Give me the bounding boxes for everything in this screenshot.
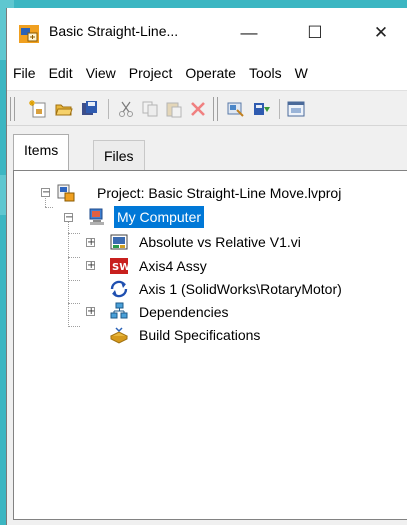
tree-item-my-computer[interactable]: My Computer — [112, 205, 206, 229]
svg-text:SW: SW — [112, 262, 128, 273]
tree-item-vi[interactable]: Absolute vs Relative V1.vi — [136, 231, 304, 253]
tree-item-dependencies[interactable]: Dependencies — [136, 301, 232, 323]
window-icon[interactable] — [287, 100, 305, 118]
axis-icon — [110, 280, 128, 298]
tree-item-axis1[interactable]: Axis 1 (SolidWorks\RotaryMotor) — [136, 278, 345, 300]
computer-icon — [89, 208, 104, 225]
toolbar — [7, 90, 407, 126]
expand-vi-button[interactable]: + — [86, 238, 95, 248]
build-icon[interactable] — [227, 100, 245, 118]
save-all-icon[interactable] — [81, 100, 99, 118]
solidworks-assembly-icon: SW — [110, 258, 128, 274]
project-icon — [57, 184, 75, 202]
close-button[interactable]: ✕ — [361, 18, 401, 48]
build-specifications-icon — [110, 327, 128, 344]
tree-connector — [68, 280, 80, 281]
minimize-button[interactable]: — — [229, 18, 269, 48]
paste-icon[interactable] — [165, 100, 183, 118]
menu-window[interactable]: W — [295, 65, 308, 81]
vi-icon — [110, 234, 128, 250]
open-folder-icon[interactable] — [55, 100, 73, 118]
menu-edit[interactable]: Edit — [49, 65, 73, 81]
deploy-icon[interactable] — [253, 100, 271, 118]
tree-connector — [68, 257, 80, 258]
menu-tools[interactable]: Tools — [249, 65, 282, 81]
tree-connector — [68, 219, 69, 325]
toolbar-separator — [279, 99, 280, 119]
tree-item-axis4-assy[interactable]: Axis4 Assy — [136, 255, 210, 277]
tree-item-build-specifications[interactable]: Build Specifications — [136, 324, 263, 346]
project-explorer-window: Basic Straight-Line... — ☐ ✕ File Edit V… — [6, 8, 407, 525]
dependencies-icon — [110, 302, 128, 319]
expand-axis4-button[interactable]: + — [86, 261, 95, 271]
labview-project-icon — [19, 25, 39, 43]
tab-files[interactable]: Files — [93, 140, 145, 170]
window-title: Basic Straight-Line... — [49, 23, 179, 39]
view-tabs: Files Items — [7, 126, 407, 170]
tree-connector — [68, 303, 80, 304]
new-vi-icon[interactable] — [29, 100, 47, 118]
toolbar-grip[interactable] — [10, 97, 15, 121]
tree-connector — [68, 326, 80, 327]
delete-icon[interactable] — [189, 100, 207, 118]
toolbar-grip[interactable] — [213, 97, 218, 121]
tree-item-project[interactable]: Project: Basic Straight-Line Move.lvproj — [94, 182, 344, 204]
toolbar-separator — [108, 99, 109, 119]
collapse-computer-button[interactable]: − — [64, 213, 73, 223]
menu-operate[interactable]: Operate — [185, 65, 236, 81]
menu-bar: File Edit View Project Operate Tools W — [7, 56, 407, 90]
maximize-button[interactable]: ☐ — [295, 18, 335, 48]
collapse-project-button[interactable]: − — [41, 188, 50, 198]
menu-view[interactable]: View — [86, 65, 116, 81]
menu-project[interactable]: Project — [129, 65, 173, 81]
project-tree: − Project: Basic Straight-Line Move.lvpr… — [13, 170, 407, 520]
tree-connector — [68, 233, 80, 234]
tree-connector — [45, 207, 53, 208]
cut-icon[interactable] — [117, 100, 135, 118]
title-bar[interactable]: Basic Straight-Line... — ☐ ✕ — [7, 8, 407, 56]
copy-icon[interactable] — [141, 100, 159, 118]
expand-dependencies-button[interactable]: + — [86, 307, 95, 317]
menu-file[interactable]: File — [13, 65, 36, 81]
tab-items[interactable]: Items — [13, 134, 70, 170]
